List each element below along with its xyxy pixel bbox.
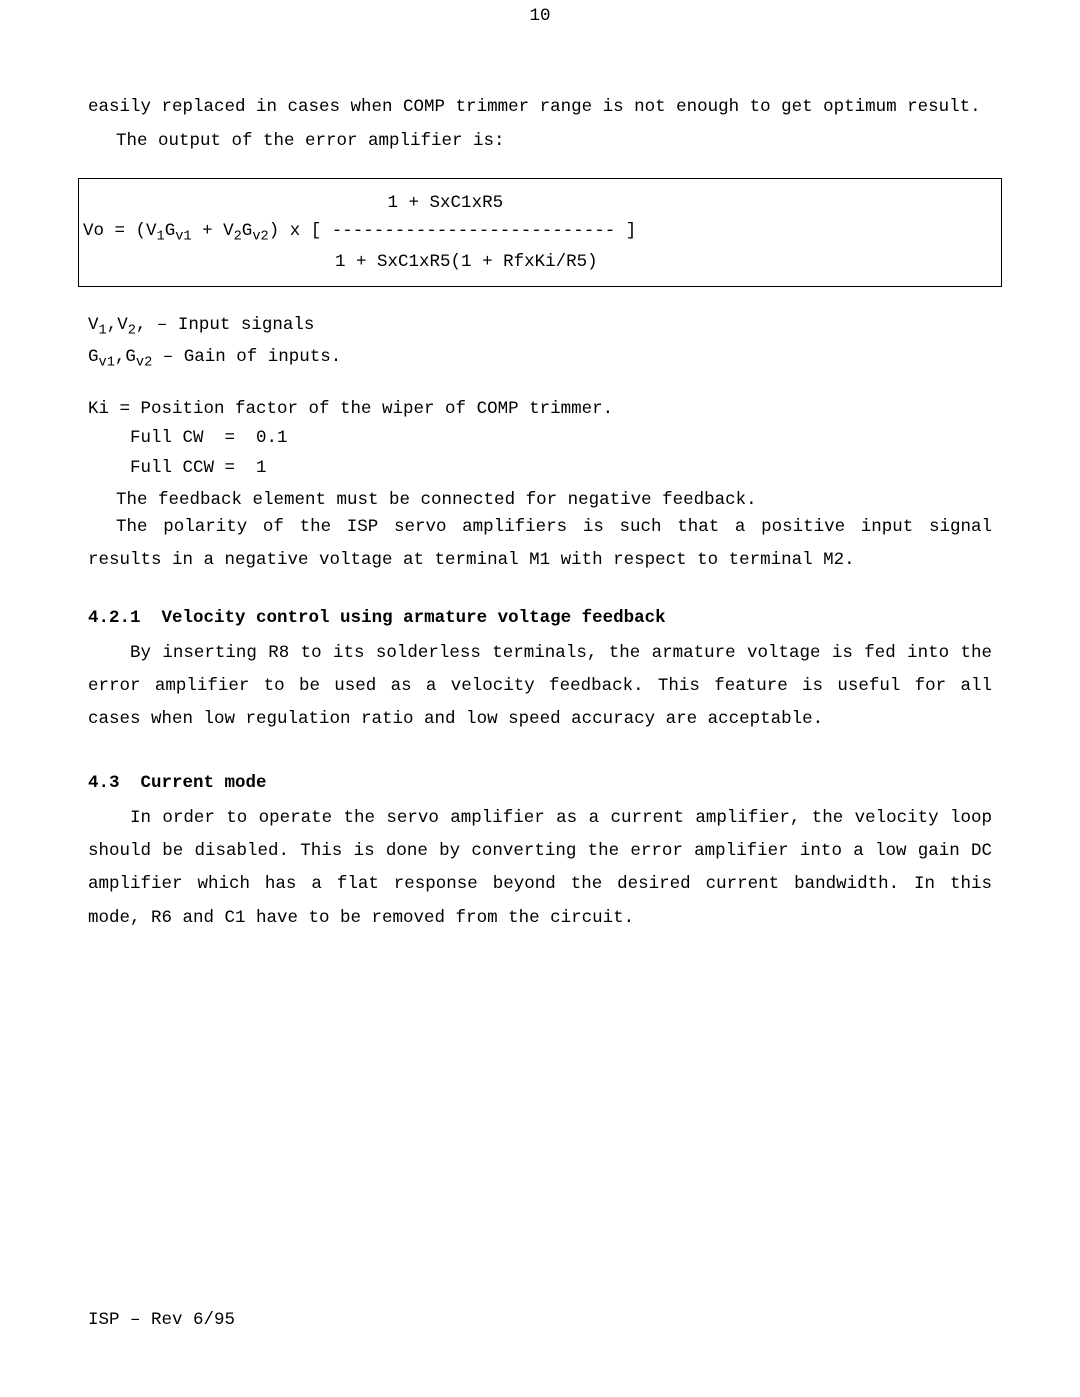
page-number: 10 <box>0 0 1080 33</box>
page-body: easily replaced in cases when COMP trimm… <box>0 61 1080 935</box>
formula-main-suffix: ) x [ --------------------------- ] <box>269 221 637 241</box>
gain-line: Gv1,Gv2 – Gain of inputs. <box>88 343 992 375</box>
section-4-3-body: In order to operate the servo amplifier … <box>88 802 992 935</box>
section-title-4-2-1: Velocity control using armature voltage … <box>162 608 666 628</box>
input-signals-text: , – Input signals <box>136 315 315 335</box>
footer-revision: ISP – Rev 6/95 <box>88 1304 235 1337</box>
section-num-4-2-1: 4.2.1 <box>88 608 141 628</box>
gain-text: – Gain of inputs. <box>152 347 341 367</box>
v-sub1: 1 <box>99 324 107 339</box>
formula-numerator: 1 + SxC1xR5 <box>83 193 503 213</box>
g-label: G <box>88 347 99 367</box>
heading-4-3: 4.3 Current mode <box>88 767 992 800</box>
formula-subv2: v2 <box>252 229 268 244</box>
formula-sub2: 2 <box>234 229 242 244</box>
v-comma: ,V <box>107 315 128 335</box>
formula-sub1: 1 <box>157 229 165 244</box>
ki-full-ccw: Full CCW = 1 <box>88 454 992 484</box>
ki-definition: Ki = Position factor of the wiper of COM… <box>88 395 992 425</box>
formula-box: 1 + SxC1xR5 Vo = (V1Gv1 + V2Gv2) x [ ---… <box>78 178 1002 287</box>
ki-block: Ki = Position factor of the wiper of COM… <box>88 395 992 484</box>
polarity-paragraph: The polarity of the ISP servo amplifiers… <box>88 511 992 578</box>
formula-main-prefix: Vo = (V <box>83 221 157 241</box>
lead-paragraph: easily replaced in cases when COMP trimm… <box>88 91 992 124</box>
input-signals-line: V1,V2, – Input signals <box>88 311 992 343</box>
g-subv2: v2 <box>136 355 152 370</box>
formula-denominator: 1 + SxC1xR5(1 + RfxKi/R5) <box>83 252 598 272</box>
output-intro: The output of the error amplifier is: <box>88 125 992 158</box>
section-title-4-3: Current mode <box>141 773 267 793</box>
formula-subv1: v1 <box>175 229 191 244</box>
heading-4-2-1: 4.2.1 Velocity control using armature vo… <box>88 602 992 635</box>
section-4-2-1-body: By inserting R8 to its solderless termin… <box>88 637 992 737</box>
v-label: V <box>88 315 99 335</box>
formula-plus: + V <box>192 221 234 241</box>
v-sub2: 2 <box>128 324 136 339</box>
g-comma: ,G <box>115 347 136 367</box>
section-num-4-3: 4.3 <box>88 773 120 793</box>
formula-g2: G <box>242 221 253 241</box>
signal-defs: V1,V2, – Input signals Gv1,Gv2 – Gain of… <box>88 311 992 374</box>
formula-g1: G <box>165 221 176 241</box>
g-subv1: v1 <box>99 355 115 370</box>
ki-full-cw: Full CW = 0.1 <box>88 424 992 454</box>
